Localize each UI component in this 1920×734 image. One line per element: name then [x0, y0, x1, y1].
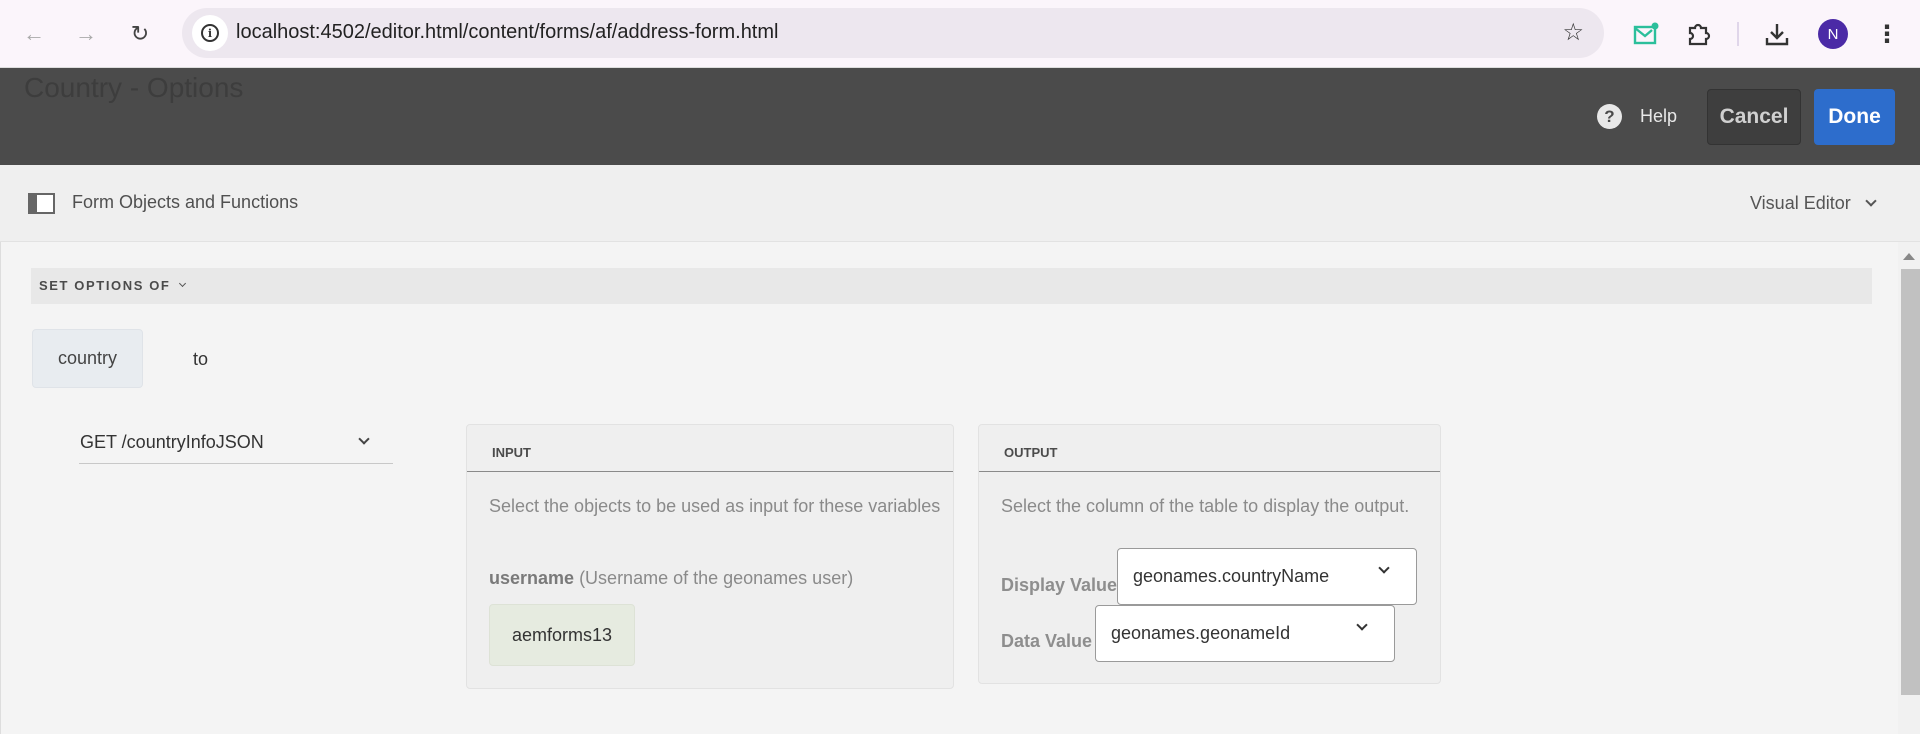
chevron-down-icon: [179, 279, 187, 288]
input-description: Select the objects to be used as input f…: [489, 496, 941, 516]
editor-mode-value: Visual Editor: [1750, 193, 1851, 213]
help-button[interactable]: ? Help: [1597, 104, 1677, 129]
reload-icon[interactable]: ↻: [120, 14, 160, 54]
display-value-selected: geonames.countryName: [1133, 566, 1330, 586]
display-value-label: Display Value: [1001, 575, 1118, 595]
chevron-down-icon: [1356, 619, 1368, 631]
username-value-chip[interactable]: aemforms13: [489, 604, 635, 666]
address-bar[interactable]: i localhost:4502/editor.html/content/for…: [182, 8, 1604, 58]
output-heading: OUTPUT: [979, 425, 1440, 472]
dialog-title: Country - Options: [24, 72, 244, 103]
form-objects-label[interactable]: Form Objects and Functions: [72, 192, 298, 213]
chevron-down-icon: [358, 433, 370, 445]
rule-content: SET OPTIONS OF country to GET /countryIn…: [0, 242, 1898, 734]
help-icon: ?: [1597, 104, 1622, 129]
profile-avatar[interactable]: N: [1818, 17, 1848, 51]
connector-label: to: [193, 349, 209, 369]
output-description: Select the column of the table to displa…: [1001, 496, 1410, 516]
scroll-up-arrow-icon[interactable]: [1903, 253, 1915, 260]
chevron-down-icon: [1378, 562, 1390, 574]
extensions-puzzle-icon[interactable]: [1682, 17, 1716, 51]
variable-description: (Username of the geonames user): [579, 568, 854, 588]
data-value-label: Data Value: [1001, 631, 1093, 651]
cancel-button[interactable]: Cancel: [1707, 89, 1801, 145]
service-value: GET /countryInfoJSON: [80, 432, 264, 452]
input-heading: INPUT: [467, 425, 953, 472]
site-info-icon[interactable]: i: [192, 15, 228, 51]
download-icon[interactable]: [1760, 17, 1794, 51]
toolbar-divider: [1737, 22, 1739, 46]
display-value-select[interactable]: geonames.countryName: [1117, 548, 1417, 605]
target-field-chip[interactable]: country: [32, 329, 143, 388]
variable-name: username: [489, 568, 575, 588]
forward-icon[interactable]: →: [66, 14, 106, 54]
dialog-header: Country - Options ? Help Cancel Done: [0, 68, 1920, 165]
statement-bar[interactable]: SET OPTIONS OF: [31, 268, 1872, 304]
content-scrollbar[interactable]: [1898, 242, 1920, 734]
editor-mode-dropdown[interactable]: Visual Editor: [1750, 193, 1877, 214]
browser-toolbar: ← → ↻ i localhost:4502/editor.html/conte…: [0, 0, 1920, 68]
statement-label: SET OPTIONS OF: [39, 278, 171, 293]
menu-kebab-icon[interactable]: ⋮: [1872, 17, 1902, 51]
scrollbar-thumb[interactable]: [1901, 269, 1920, 695]
toggle-side-panel-icon[interactable]: [28, 193, 55, 214]
bookmark-star-icon[interactable]: ☆: [1562, 18, 1584, 47]
mail-extension-icon[interactable]: [1629, 17, 1663, 51]
data-value-select[interactable]: geonames.geonameId: [1095, 605, 1395, 662]
output-panel: OUTPUT Select the column of the table to…: [978, 424, 1441, 684]
data-value-selected: geonames.geonameId: [1111, 623, 1291, 643]
help-label: Help: [1640, 106, 1678, 126]
chevron-down-icon: [1865, 195, 1877, 207]
back-icon[interactable]: ←: [14, 14, 54, 54]
done-button[interactable]: Done: [1814, 89, 1895, 145]
input-panel: INPUT Select the objects to be used as i…: [466, 424, 954, 689]
url-text[interactable]: localhost:4502/editor.html/content/forms…: [236, 21, 778, 44]
variable-label: username (Username of the geonames user): [489, 568, 853, 589]
rule-editor-toolbar: Form Objects and Functions Visual Editor: [0, 165, 1920, 242]
service-dropdown[interactable]: GET /countryInfoJSON: [79, 424, 393, 464]
